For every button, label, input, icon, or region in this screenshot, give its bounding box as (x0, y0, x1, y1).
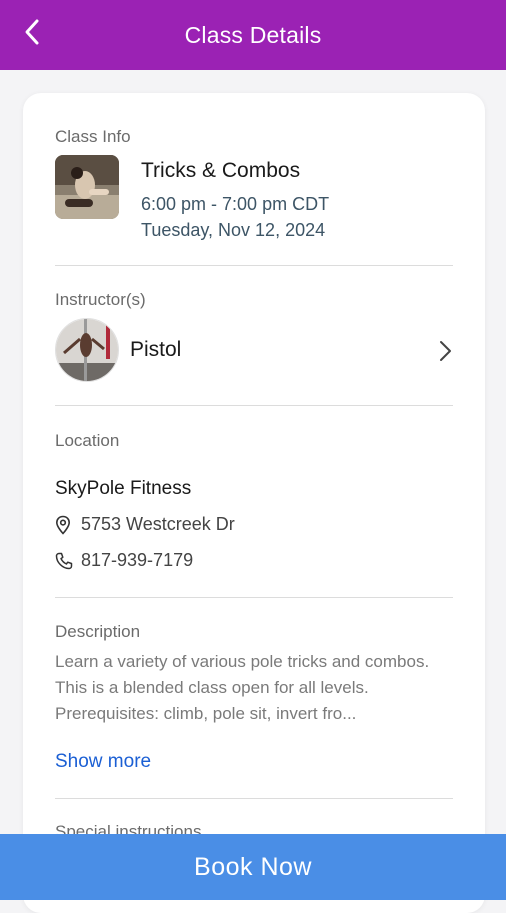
instructor-avatar (55, 318, 119, 382)
back-button[interactable] (14, 14, 50, 50)
location-address: 5753 Westcreek Dr (81, 514, 235, 534)
phone-icon (55, 551, 73, 571)
map-pin-icon (55, 515, 73, 535)
class-title: Tricks & Combos (141, 159, 301, 182)
class-time: 6:00 pm - 7:00 pm CDT (141, 194, 330, 214)
show-more-link[interactable]: Show more (55, 751, 151, 773)
class-info-label: Class Info (55, 127, 131, 146)
class-date: Tuesday, Nov 12, 2024 (141, 220, 326, 240)
location-name: SkyPole Fitness (55, 478, 192, 499)
divider (55, 597, 453, 598)
instructor-name: Pistol (130, 338, 182, 361)
instructor-label: Instructor(s) (55, 290, 146, 309)
divider (55, 405, 453, 406)
description-label: Description (55, 622, 141, 641)
divider (55, 798, 453, 799)
chevron-right-icon (440, 341, 451, 361)
location-label: Location (55, 431, 120, 450)
page-title: Class Details (184, 21, 322, 48)
chevron-left-icon (25, 19, 39, 45)
location-phone: 817-939-7179 (81, 550, 194, 570)
instructor-row[interactable]: Pistol (55, 318, 455, 384)
class-details-card: Class Info Tricks & Combos 6:00 pm - 7:0… (23, 93, 485, 913)
divider (55, 265, 453, 266)
description-text: Learn a variety of various pole tricks a… (55, 652, 430, 723)
class-thumbnail (55, 155, 119, 219)
app-header: Class Details (0, 0, 506, 70)
book-now-button[interactable]: Book Now (0, 834, 506, 900)
address-row[interactable]: 5753 Westcreek Dr (55, 514, 235, 535)
phone-row[interactable]: 817-939-7179 (55, 550, 193, 571)
